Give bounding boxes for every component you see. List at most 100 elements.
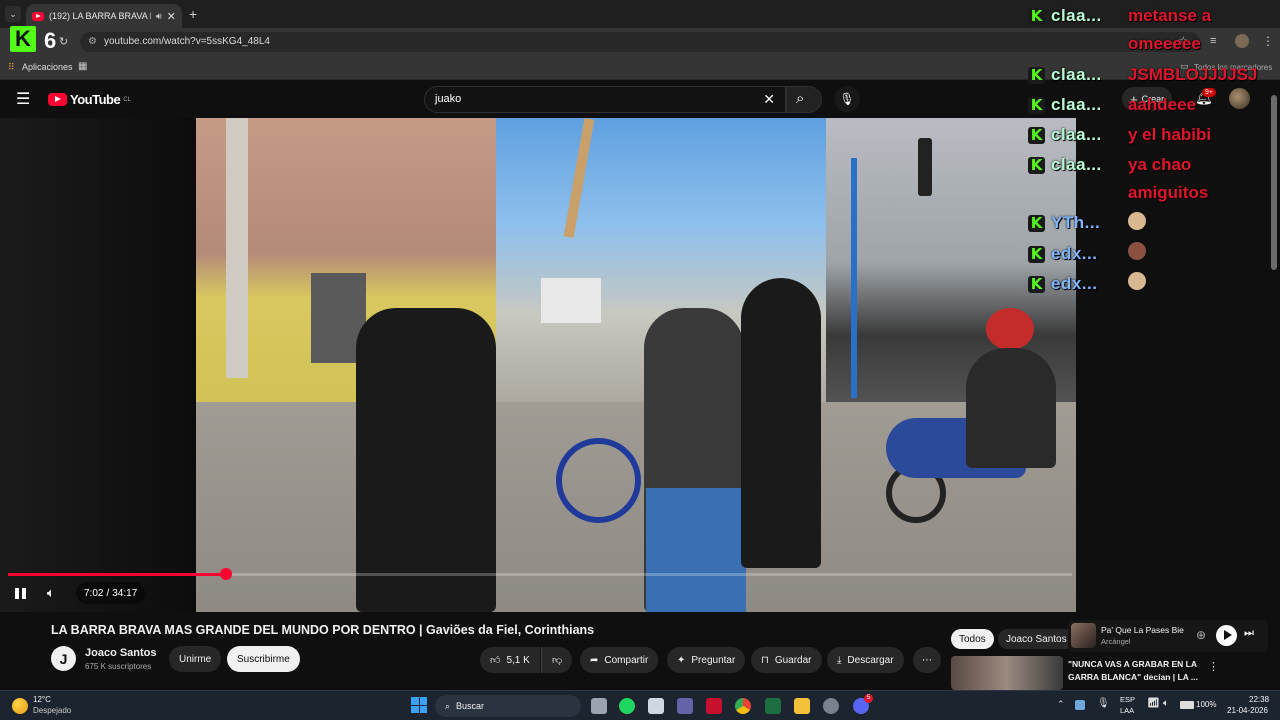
microphone-icon[interactable]: 🎙︎ xyxy=(1097,698,1110,709)
recommended-title-2[interactable]: GARRA BLANCA" decían | LA ... xyxy=(1068,672,1198,682)
youtube-favicon-icon xyxy=(32,11,44,21)
video-frame xyxy=(196,118,1076,612)
weather-icon[interactable] xyxy=(12,698,28,714)
chat-message-3: JSMBLOJJJJSJ xyxy=(1128,65,1258,84)
tab-title: (192) LA BARRA BRAVA MA xyxy=(49,11,151,21)
reload-icon[interactable]: ↻ xyxy=(59,35,68,48)
excel-icon[interactable] xyxy=(765,698,781,714)
apps-grid-icon[interactable]: ⠿ xyxy=(8,62,15,73)
share-button[interactable]: ➦ Compartir xyxy=(580,647,659,673)
tab-close-icon[interactable]: ✕ xyxy=(167,10,176,23)
chat-row: Kclaa... xyxy=(1028,94,1102,116)
clear-search-icon[interactable]: ✕ xyxy=(763,91,775,108)
search-input[interactable]: juako ✕ xyxy=(424,86,786,113)
recommended-thumbnail[interactable] xyxy=(951,656,1063,690)
miniplayer-play-button[interactable] xyxy=(1216,625,1237,646)
new-tab-button[interactable]: + xyxy=(189,6,197,22)
tray-app-icon[interactable] xyxy=(1075,700,1085,710)
spotify-icon[interactable] xyxy=(619,698,635,714)
weather-temp: 12°C xyxy=(33,695,51,704)
chat-message-4: aahdeee xyxy=(1128,95,1197,114)
pause-button[interactable] xyxy=(14,587,28,601)
next-track-icon[interactable]: ⏭︎ xyxy=(1244,627,1254,640)
file-explorer-icon[interactable] xyxy=(794,698,810,714)
chat-username: edx... xyxy=(1051,274,1098,293)
progress-bar[interactable] xyxy=(8,568,1072,580)
bookmark-icon: ⊓ xyxy=(761,654,769,666)
left-pillarbox xyxy=(0,118,196,612)
tray-overflow-icon[interactable]: ⌃ xyxy=(1057,699,1065,710)
bookmark-apps[interactable]: Aplicaciones xyxy=(22,62,73,72)
save-label: Guardar xyxy=(774,654,812,666)
store-icon[interactable] xyxy=(648,698,664,714)
chat-username: edx... xyxy=(1051,244,1098,263)
add-to-queue-icon[interactable]: ⊕ xyxy=(1196,628,1206,642)
download-button[interactable]: ⤓ Descargar xyxy=(827,647,904,673)
windows-taskbar: 12°C Despejado ⌕ Buscar 5 ⌃ 🎙︎ ESP LAA 📶… xyxy=(0,690,1280,720)
volume-icon[interactable]: 🔈︎ xyxy=(1163,698,1169,709)
address-bar[interactable]: ⚙ youtube.com/watch?v=5ssKG4_48L4 xyxy=(80,32,1200,52)
chat-message-1: metanse a xyxy=(1128,6,1212,25)
kick-badge-icon: K xyxy=(1028,126,1045,144)
browser-tab-youtube[interactable]: (192) LA BARRA BRAVA MA 🔊︎ ✕ xyxy=(26,4,182,28)
chat-emote xyxy=(1128,272,1146,290)
site-info-icon[interactable]: ⚙ xyxy=(88,36,97,47)
kick-badge-icon: K xyxy=(1028,275,1045,293)
taskbar-search[interactable]: ⌕ Buscar xyxy=(435,695,581,717)
page-scrollbar[interactable] xyxy=(1271,95,1277,270)
chat-username: claa... xyxy=(1051,125,1102,144)
battery-icon[interactable] xyxy=(1180,701,1194,709)
recommended-menu-icon[interactable]: ⋮ xyxy=(1208,660,1219,673)
antivirus-icon[interactable] xyxy=(706,698,722,714)
chat-username: YTh... xyxy=(1051,213,1101,232)
tab-audio-icon[interactable]: 🔊︎ xyxy=(156,11,162,22)
like-button[interactable]: 👍︎ 5,1 K xyxy=(480,647,540,673)
channel-name[interactable]: Joaco Santos xyxy=(85,647,157,659)
video-player[interactable]: 🔈︎ 7:02 / 34:17 ⚙ ⤢ xyxy=(0,118,1076,612)
tab-search-icon[interactable]: ≡ xyxy=(1210,35,1216,47)
youtube-logo[interactable]: YouTube CL xyxy=(48,92,131,107)
youtube-logo-icon xyxy=(48,93,67,106)
lang-line2[interactable]: LAA xyxy=(1120,706,1134,715)
tab-groups-icon[interactable]: ▦ xyxy=(78,61,87,72)
wifi-icon[interactable]: 📶︎ xyxy=(1147,698,1160,709)
search-button[interactable]: ⌕ xyxy=(786,86,822,113)
ask-button[interactable]: ✦ Preguntar xyxy=(667,647,746,673)
rider xyxy=(966,348,1056,468)
chat-message-2: omeeeee xyxy=(1128,34,1201,53)
thumbs-down-icon: 👎︎ xyxy=(552,655,563,666)
task-view-icon[interactable] xyxy=(591,698,607,714)
scrubber-handle[interactable] xyxy=(219,568,232,580)
music-miniplayer[interactable]: Pa' Que La Pases Bie Arcángel ⊕ ⏭︎ xyxy=(1068,620,1268,652)
volume-button[interactable]: 🔈︎ xyxy=(47,585,55,601)
save-button[interactable]: ⊓ Guardar xyxy=(751,647,822,673)
start-windows-icon[interactable] xyxy=(411,697,427,713)
overlay-count: 6 xyxy=(44,28,57,53)
share-icon: ➦ xyxy=(590,654,599,666)
settings-app-icon[interactable] xyxy=(823,698,839,714)
chip-all[interactable]: Todos xyxy=(951,629,994,649)
recommended-title-1[interactable]: "NUNCA VAS A GRABAR EN LA xyxy=(1068,659,1197,669)
dislike-button[interactable]: 👎︎ xyxy=(541,647,573,673)
subscribe-button[interactable]: Suscribirme xyxy=(227,646,300,672)
more-actions-button[interactable]: ⋯ xyxy=(913,647,941,673)
clock-time[interactable]: 22:38 xyxy=(1249,695,1269,704)
chip-channel[interactable]: Joaco Santos xyxy=(998,629,1075,649)
join-button[interactable]: Unirme xyxy=(169,646,222,672)
url-text: youtube.com/watch?v=5ssKG4_48L4 xyxy=(104,36,270,47)
tab-list-button[interactable]: ⌄ xyxy=(5,6,21,22)
profile-avatar[interactable] xyxy=(1235,34,1249,48)
teams-icon[interactable] xyxy=(677,698,693,714)
voice-search-button[interactable]: 🎙︎ xyxy=(834,86,860,112)
lang-line1[interactable]: ESP xyxy=(1120,695,1135,704)
browser-toolbar: ↻ ⚙ youtube.com/watch?v=5ssKG4_48L4 ☆ ≡ … xyxy=(0,28,1280,56)
hamburger-menu-icon[interactable]: ☰ xyxy=(16,89,30,109)
browser-menu-icon[interactable]: ⋮ xyxy=(1262,34,1274,48)
chrome-icon[interactable] xyxy=(735,698,751,714)
clock-date[interactable]: 21-04-2026 xyxy=(1227,706,1268,715)
jeans xyxy=(646,488,746,612)
account-avatar[interactable] xyxy=(1229,88,1250,109)
time-separator: / xyxy=(106,587,110,599)
discord-badge: 5 xyxy=(864,694,873,703)
channel-avatar[interactable]: J xyxy=(51,646,76,671)
